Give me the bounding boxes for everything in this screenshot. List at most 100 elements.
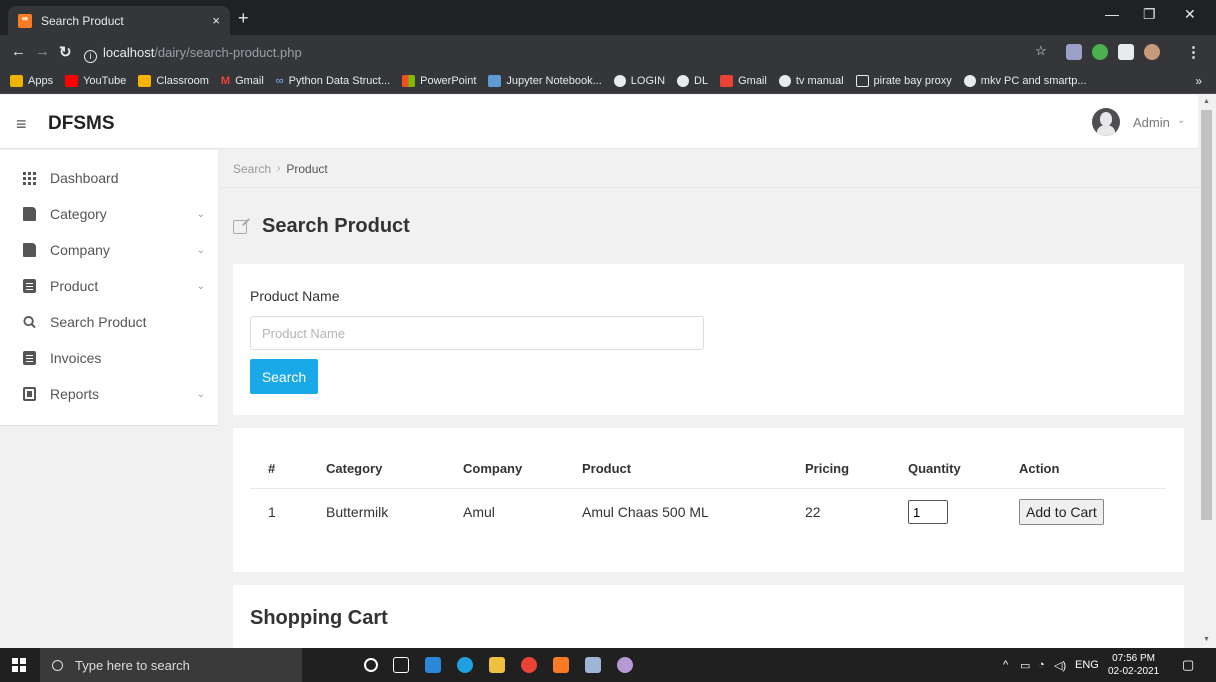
bookmarks-overflow-icon[interactable]: »	[1195, 74, 1202, 88]
forward-icon[interactable]: →	[35, 43, 50, 60]
shield-extension-icon[interactable]	[1066, 44, 1082, 60]
document-icon	[23, 243, 36, 257]
row-category: Buttermilk	[326, 504, 389, 521]
bookmark-python[interactable]: ∞ Python Data Struct...	[276, 75, 390, 87]
bookmark-dl[interactable]: DL	[677, 74, 708, 87]
bookmark-pirate-bay[interactable]: pirate bay proxy	[855, 74, 952, 87]
results-table: # Category Company Product Pricing Quant…	[250, 449, 1166, 536]
row-company: Amul	[463, 504, 495, 521]
info-icon[interactable]: i	[84, 50, 97, 63]
browser-tab[interactable]: ꟹ Search Product ×	[8, 6, 230, 35]
search-button[interactable]: Search	[250, 359, 318, 394]
language-indicator[interactable]: ENG	[1075, 659, 1099, 671]
list-icon	[23, 279, 36, 293]
bookmark-mkv[interactable]: mkv PC and smartp...	[963, 74, 1087, 87]
globe-icon	[963, 74, 976, 87]
add-to-cart-button[interactable]: Add to Cart	[1019, 499, 1104, 526]
bookmark-gmail[interactable]: M Gmail	[221, 75, 264, 87]
mail-icon[interactable]	[425, 657, 441, 673]
notification-icon[interactable]: ▢	[1182, 657, 1194, 673]
classroom-icon	[138, 74, 152, 87]
table-header-row: # Category Company Product Pricing Quant…	[250, 449, 1166, 489]
cortana-icon[interactable]	[364, 658, 378, 672]
url-field[interactable]: i localhost/dairy/search-product.php	[84, 45, 302, 63]
bookmark-login[interactable]: LOGIN	[613, 74, 665, 87]
results-card: # Category Company Product Pricing Quant…	[233, 428, 1184, 572]
bookmark-gmail-2[interactable]: Gmail	[720, 74, 767, 87]
sidebar-item-reports[interactable]: Reports ⌄	[0, 379, 219, 409]
product-name-input[interactable]	[250, 316, 704, 350]
scroll-down-icon[interactable]: ▼	[1203, 636, 1210, 643]
sidebar-item-dashboard[interactable]: Dashboard	[0, 163, 219, 193]
document-icon	[23, 207, 36, 221]
chevron-down-icon: ⌄	[196, 280, 205, 292]
search-form-card: Product Name Search	[233, 264, 1184, 415]
system-clock[interactable]: 07:56 PM 02-02-2021	[1108, 652, 1159, 678]
bookmark-powerpoint[interactable]: PowerPoint	[402, 74, 476, 87]
address-bar-row: ← → ↻ i localhost/dairy/search-product.ph…	[0, 35, 1216, 68]
breadcrumb: Search › Product	[220, 150, 1198, 188]
bookmark-jupyter[interactable]: Jupyter Notebook...	[488, 74, 602, 87]
wifi-icon[interactable]: ◔	[1038, 659, 1045, 671]
puzzle-extension-icon[interactable]	[1118, 44, 1134, 60]
chevron-down-icon: ⌄	[196, 388, 205, 400]
windows-start-icon[interactable]	[12, 658, 26, 672]
volume-icon[interactable]: ◁)	[1054, 659, 1066, 672]
chevron-down-icon[interactable]: ⌄	[1177, 115, 1185, 126]
sidebar-item-invoices[interactable]: Invoices	[0, 343, 219, 373]
tab-close-button[interactable]: ×	[212, 13, 220, 28]
bookmark-classroom[interactable]: Classroom	[138, 74, 209, 87]
sidebar-item-product[interactable]: Product ⌄	[0, 271, 219, 301]
edge-icon[interactable]	[457, 657, 473, 673]
row-number: 1	[268, 504, 276, 521]
col-company: Company	[445, 449, 564, 489]
breadcrumb-current: Product	[286, 161, 328, 176]
restore-icon[interactable]: ❐	[1143, 6, 1156, 23]
scroll-thumb[interactable]	[1201, 110, 1212, 520]
sidebar-item-label: Invoices	[50, 350, 102, 366]
chrome-icon[interactable]	[521, 657, 537, 673]
app-icon[interactable]	[617, 657, 633, 673]
sidebar-item-company[interactable]: Company ⌄	[0, 235, 219, 265]
profile-avatar-icon[interactable]	[1144, 44, 1160, 60]
row-quantity-cell	[890, 488, 1001, 536]
bookmark-youtube[interactable]: YouTube	[65, 74, 126, 87]
battery-icon[interactable]: ▭	[1020, 659, 1030, 672]
browser-menu-icon[interactable]: ⋮	[1186, 43, 1201, 61]
taskbar-search[interactable]: Type here to search	[40, 648, 302, 682]
back-icon[interactable]: ←	[11, 43, 26, 60]
tree-extension-icon[interactable]	[1092, 44, 1108, 60]
file-explorer-icon[interactable]	[489, 657, 505, 673]
col-pricing: Pricing	[787, 449, 890, 489]
paint-icon[interactable]	[585, 657, 601, 673]
breadcrumb-parent[interactable]: Search	[233, 162, 271, 176]
brand-logo[interactable]: DFSMS	[48, 113, 115, 135]
clock-date: 02-02-2021	[1108, 666, 1160, 677]
xampp-favicon-icon: ꟹ	[18, 13, 32, 28]
bookmark-tv-manual[interactable]: tv manual	[778, 74, 844, 87]
bookmark-star-icon[interactable]: ☆	[1035, 43, 1047, 59]
shopping-cart-title: Shopping Cart	[250, 607, 388, 629]
apps-grid-icon	[10, 74, 23, 87]
page-scrollbar[interactable]: ▲ ▼	[1198, 95, 1216, 648]
xampp-icon[interactable]	[553, 657, 569, 673]
hamburger-menu-icon[interactable]: ≡	[16, 114, 27, 135]
quantity-input[interactable]	[908, 500, 948, 525]
bookmark-apps[interactable]: Apps	[10, 74, 53, 87]
taskbar-search-placeholder: Type here to search	[75, 657, 190, 673]
reload-icon[interactable]: ↻	[59, 43, 72, 61]
new-tab-button[interactable]: +	[238, 8, 249, 29]
col-product: Product	[564, 449, 787, 489]
screen-icon	[855, 74, 869, 87]
task-view-icon[interactable]	[393, 657, 409, 673]
col-action: Action	[1001, 449, 1166, 489]
user-menu[interactable]: Admin	[1133, 115, 1170, 130]
sidebar-item-category[interactable]: Category ⌄	[0, 199, 219, 229]
window-close-icon[interactable]: ✕	[1184, 6, 1196, 23]
sidebar-item-search-product[interactable]: Search Product	[0, 307, 219, 337]
scroll-up-icon[interactable]: ▲	[1203, 98, 1210, 105]
user-avatar[interactable]	[1092, 108, 1120, 136]
minimize-icon[interactable]: —	[1105, 6, 1119, 22]
tray-overflow-icon[interactable]: ^	[1003, 659, 1008, 671]
table-row: 1 Buttermilk Amul Amul Chaas 500 ML 22 A…	[250, 488, 1166, 536]
